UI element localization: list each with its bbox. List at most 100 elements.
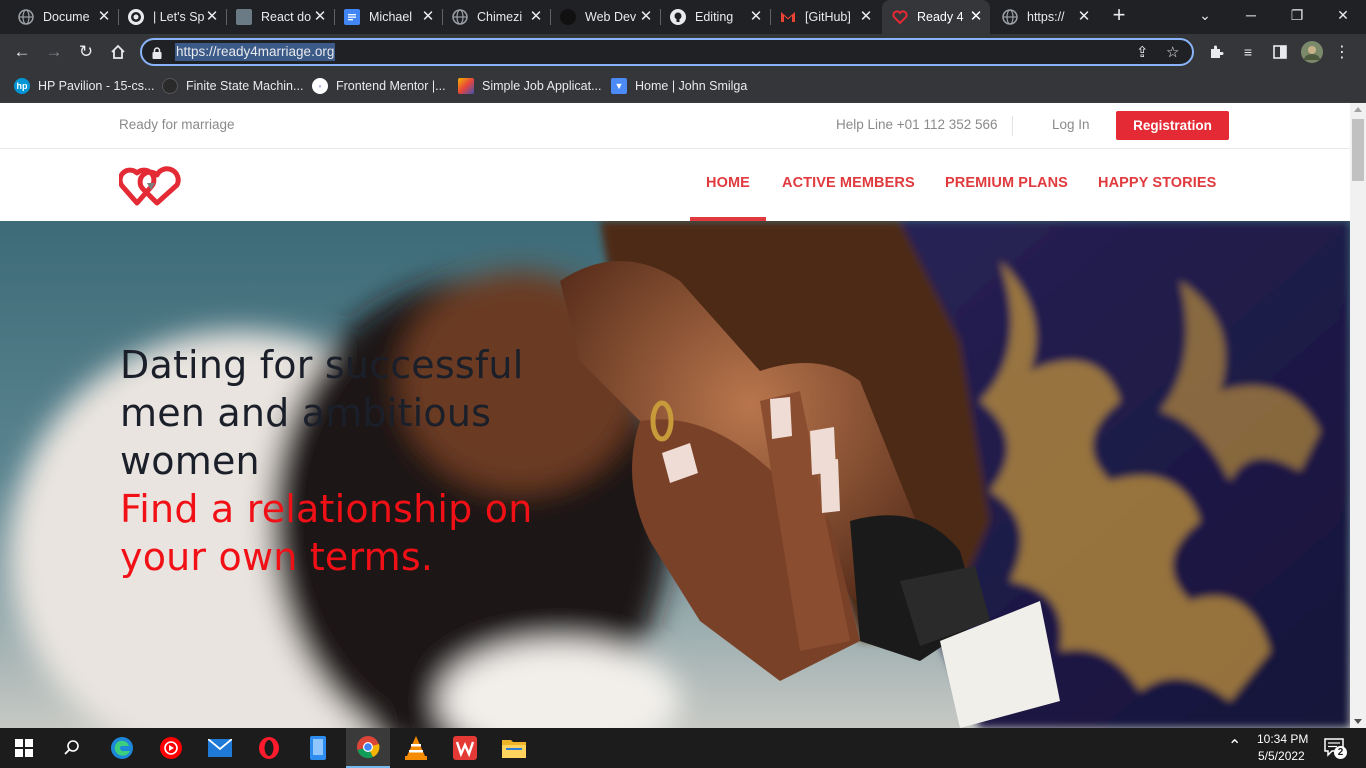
side-panel-icon[interactable]	[1268, 40, 1292, 64]
mail-icon[interactable]	[206, 734, 234, 762]
close-tab-icon[interactable]: ✕	[420, 9, 436, 25]
github-icon	[670, 9, 686, 25]
tab-title: https://	[1027, 10, 1065, 24]
close-window-icon[interactable]: ✕	[1320, 0, 1366, 30]
url-text[interactable]: https://ready4marriage.org	[175, 43, 336, 61]
tab-8-active[interactable]: Ready 4 ✕	[882, 0, 990, 34]
bookmark-item[interactable]: Finite State Machin...	[162, 77, 303, 95]
edge-icon[interactable]	[108, 734, 136, 762]
tab-7[interactable]: [GitHub] ✕	[770, 0, 880, 34]
phone-app-icon[interactable]	[304, 734, 332, 762]
scroll-down-icon[interactable]	[1354, 719, 1362, 724]
notification-center-icon[interactable]: 2	[1324, 737, 1347, 760]
profile-avatar[interactable]	[1300, 40, 1324, 64]
tab-5[interactable]: Web Dev ✕	[550, 0, 661, 34]
close-tab-icon[interactable]: ✕	[96, 9, 112, 25]
scroll-up-icon[interactable]	[1354, 107, 1362, 112]
nav-premium-plans[interactable]: PREMIUM PLANS	[945, 175, 1068, 191]
restore-icon[interactable]: ❐	[1274, 0, 1320, 30]
help-line: Help Line +01 112 352 566	[836, 117, 998, 132]
close-tab-icon[interactable]: ✕	[638, 9, 654, 25]
site-tagline: Ready for marriage	[119, 117, 235, 132]
tab-title: Michael	[369, 10, 413, 24]
address-bar[interactable]: https://ready4marriage.org ⇪ ☆	[140, 38, 1194, 66]
minimize-icon[interactable]: ─	[1228, 0, 1274, 30]
file-explorer-icon[interactable]	[500, 734, 528, 762]
browser-toolbar: ← → ↻ https://ready4marriage.org ⇪ ☆ ≡ ⋮	[0, 34, 1366, 70]
clock-date[interactable]: 5/5/2022	[1258, 749, 1305, 763]
new-tab-button[interactable]: +	[1108, 4, 1130, 28]
bookmark-item[interactable]: ◦ Frontend Mentor |...	[312, 77, 446, 95]
tab-6[interactable]: Editing ✕	[660, 0, 771, 34]
close-tab-icon[interactable]: ✕	[1076, 9, 1092, 25]
bookmark-item[interactable]: hp HP Pavilion - 15-cs...	[14, 77, 154, 95]
lock-icon[interactable]	[152, 46, 162, 59]
registration-button[interactable]: Registration	[1116, 111, 1229, 140]
hero-line: women	[120, 439, 260, 483]
youtube-music-icon[interactable]	[157, 734, 185, 762]
opera-icon[interactable]	[255, 734, 283, 762]
close-tab-icon[interactable]: ✕	[968, 9, 984, 25]
globe-icon	[18, 9, 34, 25]
bookmark-item[interactable]: ▼ Home | John Smilga	[611, 77, 747, 95]
tab-search-icon[interactable]: ⌄	[1182, 0, 1228, 30]
wps-icon[interactable]	[451, 734, 479, 762]
tab-0[interactable]: Docume ✕	[8, 0, 119, 34]
bookmark-label: HP Pavilion - 15-cs...	[38, 79, 155, 93]
bookmark-item[interactable]: Simple Job Applicat...	[458, 77, 602, 95]
nav-active-members[interactable]: ACTIVE MEMBERS	[782, 175, 915, 191]
nav-happy-stories[interactable]: HAPPY STORIES	[1098, 175, 1216, 191]
close-tab-icon[interactable]: ✕	[748, 9, 764, 25]
tab-9[interactable]: https:// ✕	[992, 0, 1098, 34]
close-tab-icon[interactable]: ✕	[858, 9, 874, 25]
page-scrollbar[interactable]	[1350, 103, 1366, 728]
tab-title: Chimezi	[477, 10, 523, 24]
dark-globe-icon	[560, 9, 576, 25]
windows-start-icon[interactable]	[10, 734, 38, 762]
back-icon[interactable]: ←	[10, 40, 34, 64]
show-hidden-icons[interactable]: ⌃	[1228, 736, 1241, 756]
close-tab-icon[interactable]: ✕	[312, 9, 328, 25]
share-icon[interactable]: ⇪	[1136, 43, 1149, 61]
tab-4[interactable]: Chimezi ✕	[442, 0, 551, 34]
tab-3[interactable]: Michael ✕	[334, 0, 443, 34]
fsm-icon	[162, 78, 178, 94]
close-tab-icon[interactable]: ✕	[204, 9, 220, 25]
hp-icon: hp	[14, 78, 30, 94]
menu-icon[interactable]: ⋮	[1330, 40, 1354, 64]
page-icon	[236, 9, 252, 25]
scroll-thumb[interactable]	[1352, 119, 1364, 181]
nav-home[interactable]: HOME	[706, 175, 750, 191]
gmail-icon	[780, 9, 796, 25]
tab-title: Docume	[43, 10, 90, 24]
tab-strip: Docume ✕ | Let's Sp ✕ React do ✕ Michael…	[0, 0, 1366, 34]
site-logo[interactable]	[117, 163, 183, 207]
hero-subheading: Find a relationship on	[120, 487, 533, 531]
bookmarks-bar: hp HP Pavilion - 15-cs... Finite State Ma…	[0, 70, 1366, 103]
login-link[interactable]: Log In	[1052, 117, 1090, 132]
frontend-mentor-icon: ◦	[312, 78, 328, 94]
forward-icon[interactable]: →	[42, 40, 66, 64]
tab-title: Ready 4	[917, 10, 964, 24]
globe-icon	[452, 9, 468, 25]
vlc-icon[interactable]	[402, 734, 430, 762]
tab-title: [GitHub]	[805, 10, 851, 24]
chrome-app-icon	[128, 9, 144, 25]
bookmark-star-icon[interactable]: ☆	[1166, 43, 1179, 61]
search-icon[interactable]	[58, 734, 86, 762]
reading-list-icon[interactable]: ≡	[1236, 40, 1260, 64]
site-top-bar: Ready for marriage Help Line +01 112 352…	[0, 103, 1350, 149]
chrome-icon[interactable]	[346, 728, 390, 768]
close-tab-icon[interactable]: ✕	[528, 9, 544, 25]
reload-icon[interactable]: ↻	[74, 40, 98, 64]
heart-icon	[892, 9, 908, 25]
hero-section: Dating for successful men and ambitious …	[0, 221, 1350, 728]
clock-time[interactable]: 10:34 PM	[1257, 732, 1308, 746]
smilga-icon: ▼	[611, 78, 627, 94]
bookmark-label: Home | John Smilga	[635, 79, 748, 93]
hero-line: Dating for successful	[120, 343, 524, 387]
tab-2[interactable]: React do ✕	[226, 0, 335, 34]
tab-1[interactable]: | Let's Sp ✕	[118, 0, 227, 34]
home-icon[interactable]	[106, 40, 130, 64]
extensions-icon[interactable]	[1204, 40, 1228, 64]
